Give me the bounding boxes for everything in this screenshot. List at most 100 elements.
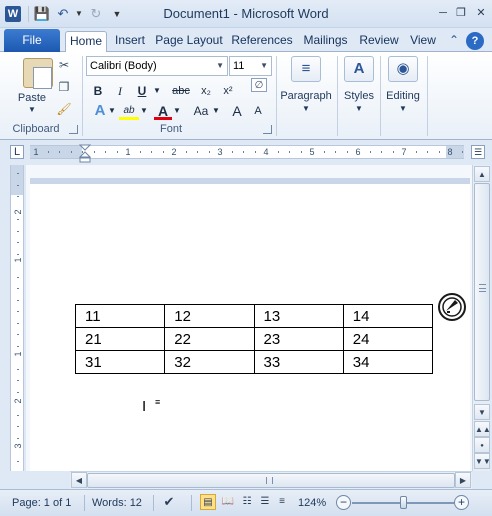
print-layout-view-icon[interactable]: ▤: [200, 494, 216, 510]
highlight-button[interactable]: ab: [119, 102, 139, 120]
previous-page-button[interactable]: ▲▲: [474, 421, 491, 437]
ruler-tick: [232, 151, 233, 153]
tab-references[interactable]: References: [229, 31, 295, 53]
font-size-select[interactable]: 11 ▼: [229, 56, 272, 76]
tab-insert[interactable]: Insert: [110, 31, 150, 53]
paste-dropdown-icon[interactable]: ▼: [6, 105, 58, 114]
change-case-dropdown-icon[interactable]: ▼: [211, 102, 221, 120]
tab-selector-button[interactable]: L: [10, 145, 24, 159]
styles-icon[interactable]: A: [344, 56, 374, 82]
table-cell[interactable]: 13: [253, 304, 344, 328]
font-color-button[interactable]: A: [154, 102, 172, 120]
browse-object-button[interactable]: ●: [474, 437, 490, 453]
paragraph-dropdown-icon[interactable]: ▼: [278, 104, 334, 113]
horizontal-ruler[interactable]: 1 1 2 3 4 5 6 7 8: [30, 145, 464, 159]
draft-view-icon[interactable]: ≡: [274, 494, 290, 510]
table-row: 31 32 33 34: [74, 350, 434, 374]
document-table[interactable]: 11 12 13 14 21 22 23 24 31 32 33 34: [74, 304, 434, 374]
copy-icon[interactable]: ❐: [55, 78, 73, 96]
table-cell[interactable]: 33: [253, 350, 344, 374]
scroll-right-button[interactable]: ▶: [455, 472, 471, 488]
highlight-dropdown-icon[interactable]: ▼: [139, 102, 149, 120]
ruler-number: 3: [217, 147, 223, 157]
table-cell[interactable]: 14: [342, 304, 434, 328]
styles-dropdown-icon[interactable]: ▼: [338, 104, 380, 113]
table-cell[interactable]: 31: [74, 350, 166, 374]
horizontal-scrollbar[interactable]: ◀ ▶: [70, 471, 472, 489]
editing-button[interactable]: Editing: [381, 90, 425, 102]
cut-icon[interactable]: ✂: [55, 56, 73, 74]
vruler-tick: [17, 426, 19, 427]
next-page-button[interactable]: ▼▼: [474, 453, 491, 469]
vertical-scroll-thumb[interactable]: [474, 183, 490, 401]
tab-home[interactable]: Home: [65, 31, 107, 53]
indent-markers-icon[interactable]: [79, 144, 91, 164]
minimize-button[interactable]: ─: [436, 6, 450, 20]
tab-page-layout[interactable]: Page Layout: [153, 31, 225, 53]
vruler-number: 3: [13, 443, 23, 449]
word-count-status[interactable]: Words: 12: [92, 495, 142, 511]
bold-button[interactable]: B: [90, 82, 106, 100]
zoom-in-button[interactable]: +: [454, 495, 469, 510]
zoom-out-button[interactable]: −: [336, 495, 351, 510]
editing-binoculars-icon[interactable]: ◉: [388, 56, 418, 82]
editing-dropdown-icon[interactable]: ▼: [381, 104, 425, 113]
ruler-tick: [462, 151, 463, 153]
strikethrough-button[interactable]: abc: [169, 82, 193, 100]
underline-dropdown-icon[interactable]: ▼: [152, 82, 162, 100]
table-cell[interactable]: 23: [253, 327, 344, 351]
table-cell[interactable]: 34: [342, 350, 434, 374]
restore-button[interactable]: ❐: [454, 6, 468, 20]
change-case-button[interactable]: Aa: [190, 102, 212, 120]
ruler-tick: [301, 151, 302, 153]
grow-font-button[interactable]: A: [229, 102, 245, 120]
font-launcher-icon[interactable]: [263, 125, 272, 134]
paste-button[interactable]: Paste ▼: [6, 52, 58, 114]
tab-view[interactable]: View: [405, 31, 441, 53]
view-ruler-icon[interactable]: ☰: [471, 145, 485, 159]
table-cell[interactable]: 22: [164, 327, 255, 351]
full-screen-reading-view-icon[interactable]: 📖: [220, 494, 236, 510]
styles-button[interactable]: Styles: [338, 90, 380, 102]
scroll-up-button[interactable]: ▲: [474, 166, 490, 182]
zoom-slider-thumb[interactable]: [400, 496, 407, 509]
underline-button[interactable]: U: [134, 82, 150, 100]
paragraph-icon[interactable]: ≡: [291, 56, 321, 82]
web-layout-view-icon[interactable]: ☷: [239, 494, 255, 510]
close-button[interactable]: ✕: [474, 6, 488, 20]
font-color-dropdown-icon[interactable]: ▼: [172, 102, 182, 120]
vruler-tick: [17, 380, 19, 381]
table-cell[interactable]: 12: [164, 304, 255, 328]
tab-file[interactable]: File: [4, 29, 60, 52]
superscript-button[interactable]: x²: [219, 82, 237, 100]
format-painter-icon[interactable]: 🖌: [55, 100, 73, 118]
shrink-font-button[interactable]: A: [250, 102, 266, 120]
text-effects-dropdown-icon[interactable]: ▼: [107, 102, 117, 120]
table-cell[interactable]: 21: [74, 327, 166, 351]
proofing-icon[interactable]: ✔: [161, 494, 177, 510]
page-count-status[interactable]: Page: 1 of 1: [12, 495, 71, 511]
vruler-tick: [17, 392, 19, 393]
ruler-number: 6: [355, 147, 361, 157]
table-cell[interactable]: 24: [342, 327, 434, 351]
table-cell[interactable]: 11: [74, 304, 166, 328]
scroll-left-button[interactable]: ◀: [71, 472, 87, 488]
tab-mailings[interactable]: Mailings: [298, 31, 353, 53]
minimize-ribbon-icon[interactable]: ⌃: [446, 32, 462, 48]
zoom-level[interactable]: 124%: [298, 495, 326, 511]
clear-formatting-icon[interactable]: ∅: [251, 78, 267, 92]
subscript-button[interactable]: x₂: [197, 82, 215, 100]
clipboard-launcher-icon[interactable]: [69, 125, 78, 134]
table-cell[interactable]: 32: [164, 350, 255, 374]
vertical-ruler[interactable]: 2 1 1 2 3: [10, 165, 24, 471]
paragraph-button[interactable]: Paragraph: [278, 90, 334, 102]
tab-review[interactable]: Review: [357, 31, 401, 53]
italic-button[interactable]: I: [112, 82, 128, 100]
scroll-down-button[interactable]: ▼: [474, 404, 490, 420]
horizontal-scroll-thumb[interactable]: [87, 473, 455, 488]
click-and-type-icon: ≡: [155, 397, 161, 407]
vertical-scrollbar[interactable]: ▲ ▼ ▲▲ ● ▼▼: [472, 165, 491, 471]
help-icon[interactable]: ?: [466, 32, 484, 50]
outline-view-icon[interactable]: ☰: [257, 494, 273, 510]
font-family-select[interactable]: Calibri (Body) ▼: [86, 56, 228, 76]
